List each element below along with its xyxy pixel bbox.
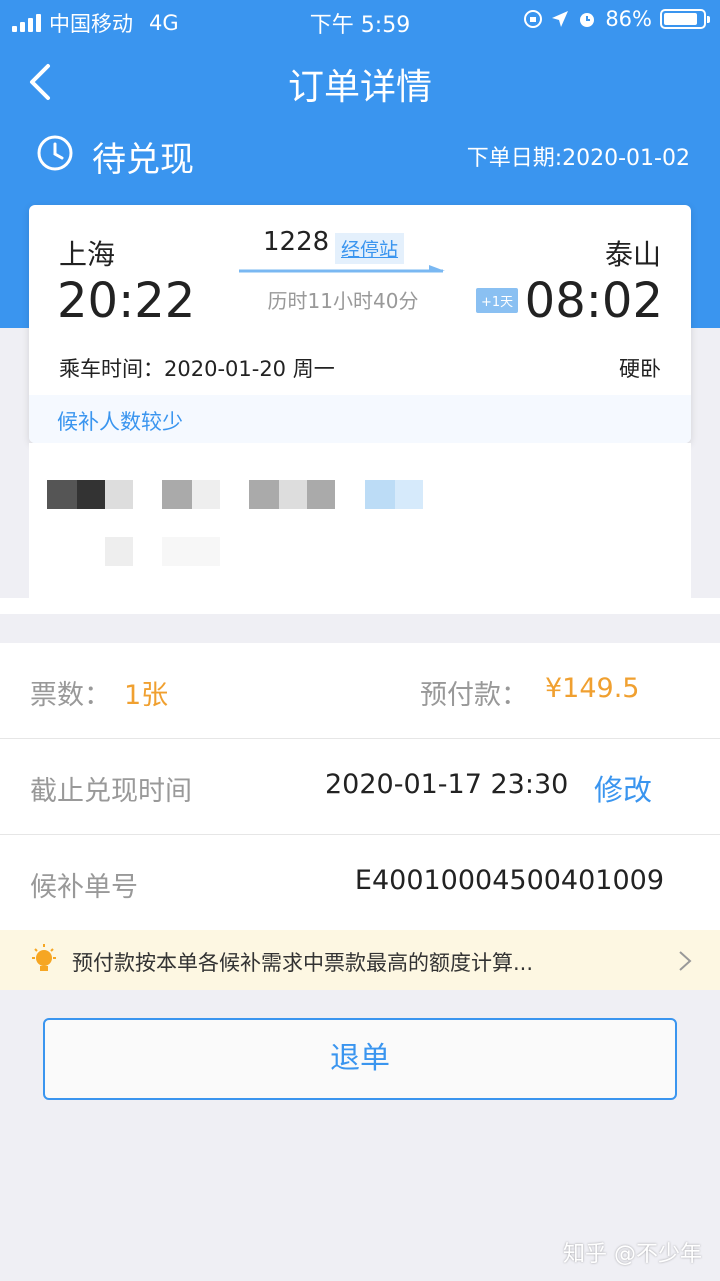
location-icon — [552, 11, 569, 27]
order-number-value: E400100045004010​09 — [354, 865, 664, 896]
prepay-amount: ¥149.5 — [545, 673, 640, 704]
battery-icon — [660, 9, 710, 29]
deadline-label: 截止兑现时间 — [30, 776, 192, 807]
page-title: 订单详情 — [287, 67, 432, 108]
chevron-right-icon — [679, 951, 692, 971]
seat-type: 硬卧 — [619, 357, 661, 381]
route-arrow-icon — [239, 265, 445, 273]
alarm-icon — [580, 13, 595, 27]
order-date: 下单日期:2020-01-02 — [466, 146, 690, 171]
lightbulb-icon — [32, 944, 56, 971]
order-status-row: 待兑现 下单日期:2020-01-02 — [0, 128, 720, 184]
clock-icon — [37, 135, 73, 171]
ticket-count-value: 1张 — [124, 680, 169, 711]
status-bar: 中国移动 4G 下午 5:59 86% — [0, 0, 720, 40]
next-day-badge: +1天 — [476, 288, 519, 313]
waitlist-notice: 候补人数较少 — [29, 395, 691, 443]
divider-space — [0, 598, 720, 614]
prepay-tip-bar[interactable]: 预付款按本单各候补需求中票款最高的额度计算... — [0, 930, 720, 990]
obscured-passenger-info — [29, 443, 691, 598]
order-number-label: 候补单号 — [30, 872, 138, 903]
deadline-row: 截止兑现时间 2020-01-17 23:30 修改 — [0, 739, 720, 835]
order-status: 待兑现 — [92, 140, 194, 180]
battery-percent: 86% — [605, 7, 652, 31]
tip-text: 预付款按本单各候补需求中票款最高的额度计算... — [72, 951, 534, 975]
ticket-count-label: 票数： — [30, 680, 111, 711]
order-number-row: 候补单号 E400100045004010​09 — [0, 835, 720, 931]
ride-date: 乘车时间：2020-01-20 周一 — [59, 357, 335, 381]
trip-duration: 历时11小时40分 — [267, 289, 419, 313]
arrival-time: 08:02 — [524, 273, 663, 329]
ticket-card: 上海 泰山 1228 经停站 历时11小时40分 20:22 +1天 08:02… — [29, 205, 691, 443]
modify-button[interactable]: 修改 — [594, 767, 652, 809]
watermark: 知乎 @不少年 — [563, 1242, 702, 1267]
stops-link[interactable]: 经停站 — [335, 233, 405, 264]
to-city: 泰山 — [604, 238, 661, 271]
prepay-label: 预付款： — [420, 680, 528, 711]
nav-bar: 订单详情 — [0, 50, 720, 114]
refund-button[interactable]: 退单 — [43, 1018, 677, 1100]
from-city: 上海 — [59, 238, 116, 271]
rotation-lock-icon — [524, 10, 543, 28]
status-right: 86% — [523, 7, 710, 31]
deadline-value: 2020-01-17 23:30 — [325, 769, 569, 800]
departure-time: 20:22 — [57, 273, 196, 329]
train-number: 1228 — [263, 227, 330, 257]
ticket-count-row: 票数： 1张 预付款： ¥149.5 — [0, 643, 720, 739]
